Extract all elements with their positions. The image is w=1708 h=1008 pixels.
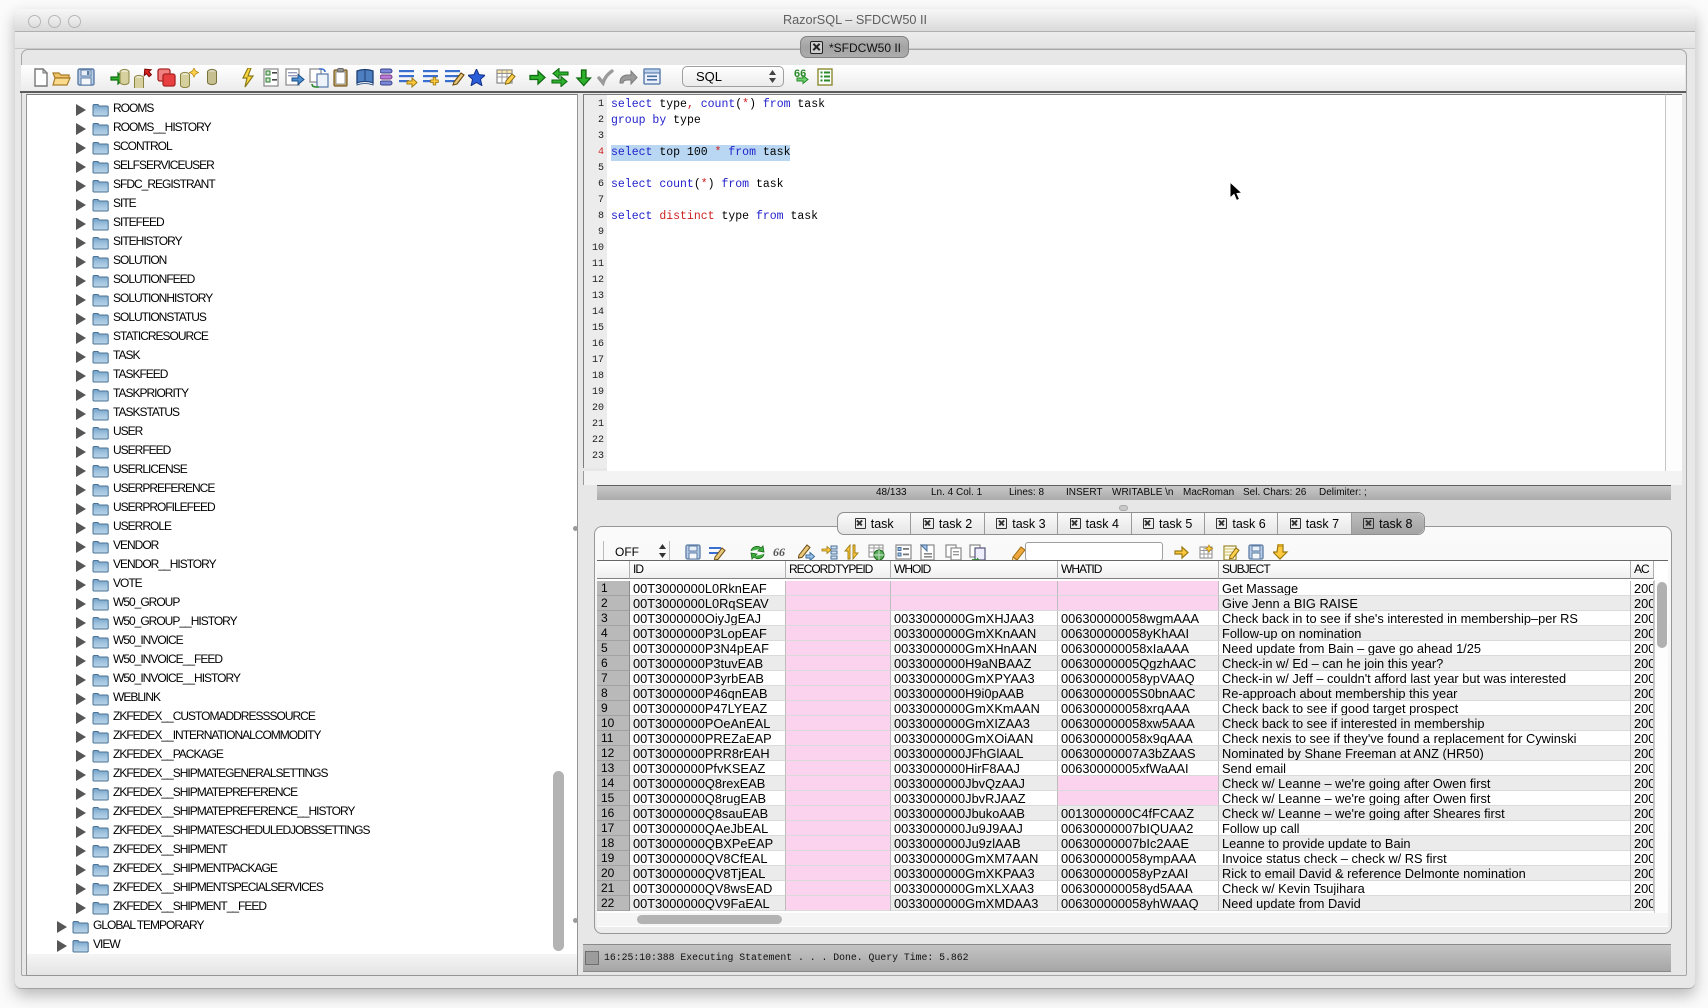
svg-text:66: 66 (773, 545, 785, 559)
